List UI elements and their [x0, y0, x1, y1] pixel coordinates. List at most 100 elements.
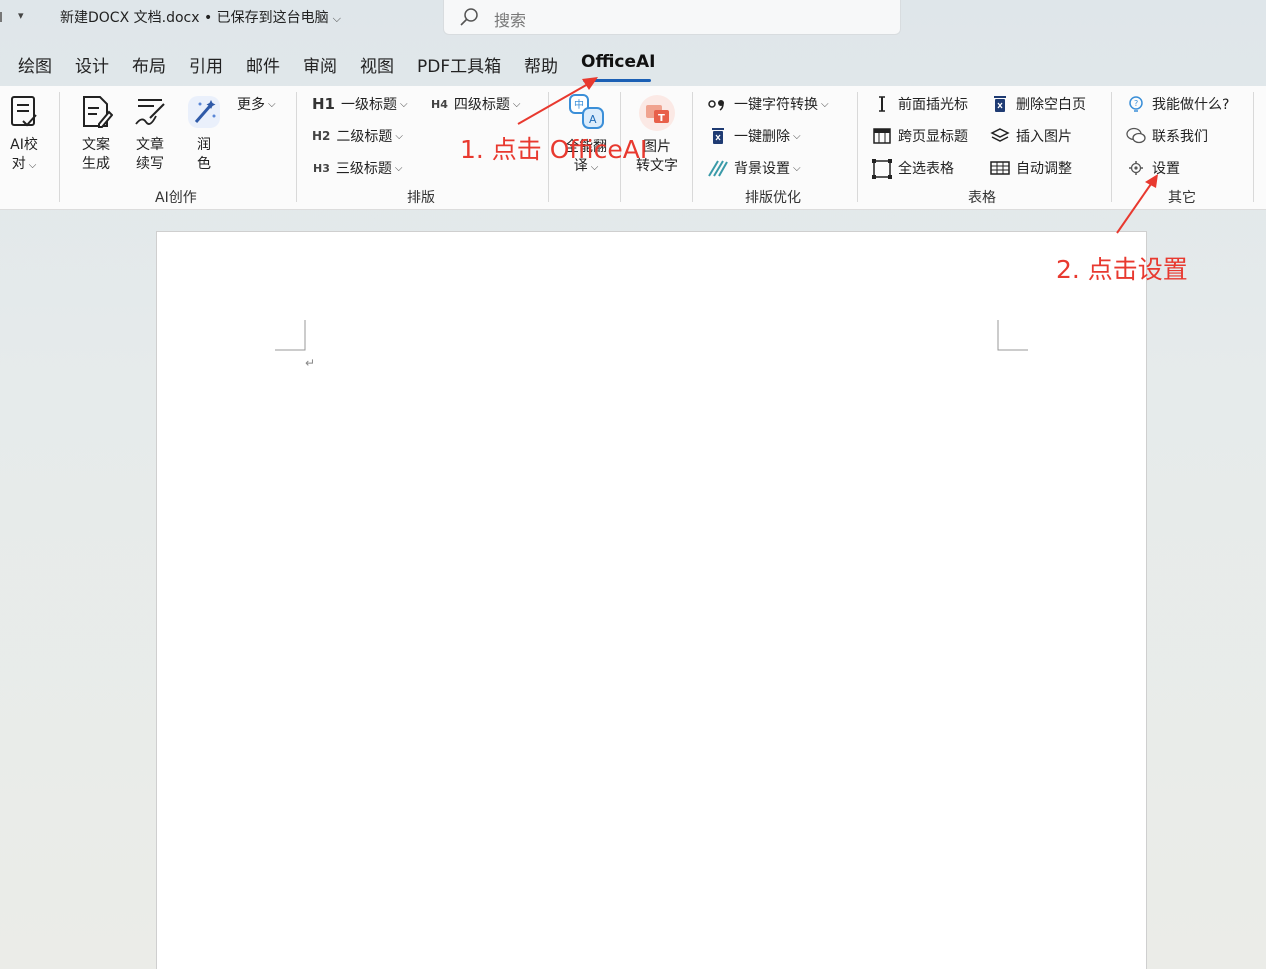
- tab-layout[interactable]: 布局: [132, 52, 166, 77]
- one-click-char-convert-button[interactable]: 一键字符转换 ⌵: [708, 94, 829, 114]
- svg-text:T: T: [658, 113, 665, 124]
- background-pattern-icon: [708, 159, 728, 177]
- tab-pdf-toolbox[interactable]: PDF工具箱: [417, 52, 501, 77]
- document-edit-icon: [83, 96, 114, 128]
- document-title-text[interactable]: 新建DOCX 文档.docx • 已保存到这台电脑: [60, 10, 329, 26]
- insert-image-button[interactable]: 插入图片: [990, 126, 1072, 146]
- one-click-delete-button[interactable]: 一键删除 ⌵: [708, 126, 801, 146]
- heading3-button[interactable]: H3 三级标题 ⌵: [313, 158, 402, 178]
- group-separator: [1111, 92, 1112, 202]
- chevron-down-icon: ⌵: [793, 162, 801, 174]
- background-settings-label: 背景设置: [734, 161, 790, 177]
- proofread-icon: [11, 96, 37, 127]
- search-icon: [458, 6, 480, 32]
- delete-blank-page-label: 删除空白页: [1016, 97, 1086, 113]
- table-grid-icon: [990, 159, 1010, 177]
- more-label: 更多: [237, 97, 265, 113]
- insert-cursor-label: 前面插光标: [898, 97, 968, 113]
- ai-proofread-button[interactable]: AI校 对 ⌵: [4, 94, 44, 175]
- tab-mailings[interactable]: 邮件: [246, 52, 280, 77]
- chevron-down-icon: ⌵: [512, 98, 521, 110]
- more-dropdown[interactable]: 更多 ⌵: [237, 94, 276, 114]
- svg-text:A: A: [589, 113, 597, 126]
- annotation-step2: 2. 点击设置: [1056, 255, 1188, 284]
- chevron-down-icon: ⌵: [268, 98, 276, 110]
- chevron-down-icon: ⌵: [793, 130, 801, 142]
- select-all-table-button[interactable]: 全选表格: [872, 158, 954, 179]
- settings-label: 设置: [1152, 161, 1180, 177]
- h1-icon: H1: [312, 95, 335, 113]
- wechat-icon: [1126, 127, 1146, 145]
- article-continue-label-1: 文章: [136, 137, 164, 153]
- lightbulb-icon: ?: [1126, 95, 1146, 113]
- tab-review[interactable]: 审阅: [303, 52, 337, 77]
- chevron-down-icon: ⌵: [395, 130, 403, 142]
- article-continue-label-2: 续写: [136, 156, 164, 172]
- document-title[interactable]: 新建DOCX 文档.docx • 已保存到这台电脑 ⌵: [60, 7, 341, 27]
- heading4-button[interactable]: H4 四级标题 ⌵: [431, 94, 520, 114]
- tab-references[interactable]: 引用: [189, 52, 223, 77]
- group-label-table: 表格: [968, 190, 996, 206]
- quote-convert-icon: [708, 95, 728, 113]
- svg-text:中: 中: [574, 98, 584, 111]
- annotation-step1: 1. 点击 OfficeAI: [460, 135, 648, 164]
- auto-adjust-label: 自动调整: [1016, 161, 1072, 177]
- heading1-button[interactable]: H1 一级标题 ⌵: [312, 94, 408, 114]
- window-edge-mark: [0, 12, 2, 22]
- settings-button[interactable]: 设置: [1126, 158, 1180, 178]
- insert-image-label: 插入图片: [1016, 129, 1072, 145]
- what-can-i-do-label: 我能做什么?: [1152, 97, 1230, 113]
- copy-generate-button[interactable]: 文案 生成: [74, 94, 118, 174]
- gear-icon: [1126, 159, 1146, 177]
- chevron-down-icon: ⌵: [821, 98, 829, 110]
- title-bar: ▾ 新建DOCX 文档.docx • 已保存到这台电脑 ⌵ 搜索: [0, 0, 1266, 40]
- tab-help[interactable]: 帮助: [524, 52, 558, 77]
- tab-view[interactable]: 视图: [360, 52, 394, 77]
- image-to-text-icon: T: [639, 95, 675, 131]
- text-cursor-icon: [872, 95, 892, 113]
- group-separator: [296, 92, 297, 202]
- what-can-i-do-button[interactable]: ? 我能做什么?: [1126, 94, 1229, 114]
- auto-adjust-button[interactable]: 自动调整: [990, 158, 1072, 178]
- insert-cursor-before-button[interactable]: 前面插光标: [872, 94, 968, 114]
- translate-icon: 中 A: [569, 94, 604, 129]
- tab-draw[interactable]: 绘图: [18, 52, 52, 77]
- ai-proofread-label-1: AI校: [10, 137, 38, 153]
- background-settings-button[interactable]: 背景设置 ⌵: [708, 158, 801, 178]
- group-label-ai-create: AI创作: [155, 190, 197, 206]
- h3-icon: H3: [313, 161, 330, 175]
- select-box-icon: [872, 159, 892, 179]
- article-continue-button[interactable]: 文章 续写: [128, 94, 172, 174]
- chevron-down-icon[interactable]: ⌵: [333, 12, 341, 25]
- h2-icon: H2: [312, 129, 331, 143]
- char-convert-label: 一键字符转换: [734, 97, 818, 113]
- one-click-delete-label: 一键删除: [734, 129, 790, 145]
- tab-officeai[interactable]: OfficeAI: [581, 52, 656, 72]
- contact-us-label: 联系我们: [1152, 129, 1208, 145]
- heading1-label: 一级标题: [341, 97, 397, 113]
- group-label-other: 其它: [1168, 190, 1196, 206]
- ai-proofread-label-2-text: 对: [11, 156, 26, 172]
- search-box[interactable]: 搜索: [443, 0, 901, 35]
- quick-access-dropdown-icon[interactable]: ▾: [18, 9, 24, 22]
- cross-page-title-label: 跨页显标题: [898, 129, 968, 145]
- search-placeholder[interactable]: 搜索: [494, 7, 526, 31]
- contact-us-button[interactable]: 联系我们: [1126, 126, 1208, 146]
- chevron-down-icon: ⌵: [400, 98, 408, 110]
- cross-page-title-button[interactable]: 跨页显标题: [872, 126, 968, 146]
- document-page[interactable]: ↵: [156, 231, 1147, 969]
- heading3-label: 三级标题: [335, 161, 392, 177]
- heading2-button[interactable]: H2 二级标题 ⌵: [312, 126, 403, 146]
- copy-generate-label-2: 生成: [82, 156, 110, 172]
- group-separator: [1253, 92, 1254, 202]
- tab-design[interactable]: 设计: [75, 52, 109, 77]
- delete-blank-page-button[interactable]: 删除空白页: [990, 94, 1086, 114]
- pen-writing-icon: [135, 99, 165, 125]
- chevron-down-icon: ⌵: [394, 162, 403, 174]
- ribbon-tabs: 绘图 设计 布局 引用 邮件 审阅 视图 PDF工具箱 帮助 OfficeAI: [0, 52, 1266, 84]
- active-tab-indicator: [583, 79, 651, 82]
- polish-button[interactable]: 润 色: [182, 94, 226, 174]
- h4-icon: H4: [431, 97, 448, 111]
- group-separator: [692, 92, 693, 202]
- polish-label-2: 色: [197, 156, 211, 172]
